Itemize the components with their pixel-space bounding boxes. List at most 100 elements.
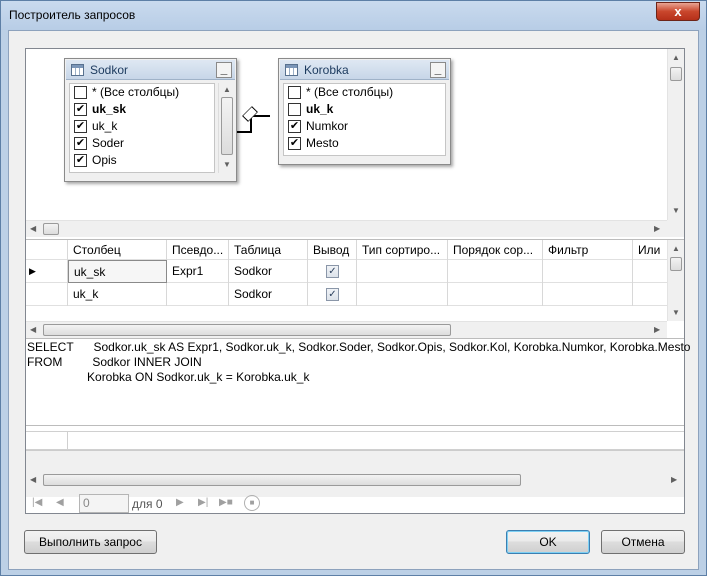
results-pane: ◀ ▶ [26, 425, 684, 497]
column-label: Numkor [306, 119, 349, 133]
cell-sort-type[interactable] [357, 260, 448, 283]
first-record-icon[interactable]: |◀ [32, 497, 42, 508]
cell-column[interactable]: uk_sk [68, 260, 167, 283]
column-row-opis[interactable]: ✔ Opis [70, 152, 214, 169]
scroll-thumb[interactable] [43, 474, 521, 486]
output-checkbox[interactable]: ✓ [326, 265, 339, 278]
cell-or[interactable] [633, 260, 667, 283]
column-checkbox[interactable]: ✔ [288, 137, 301, 150]
new-record-icon[interactable]: ▶■ [219, 497, 233, 508]
scroll-right-icon[interactable]: ▶ [654, 224, 660, 233]
execute-query-button[interactable]: Выполнить запрос [24, 530, 157, 554]
column-checkbox[interactable]: ✔ [288, 120, 301, 133]
header-table[interactable]: Таблица [229, 240, 308, 260]
column-row-uk_k[interactable]: ✔ uk_k [70, 118, 214, 135]
cancel-button[interactable]: Отмена [601, 530, 685, 554]
minimize-button[interactable]: _ [430, 62, 446, 78]
record-position-input[interactable]: 0 [79, 494, 129, 513]
table-scrollbar[interactable]: ▲ ▼ [218, 83, 235, 173]
scroll-right-icon[interactable]: ▶ [671, 475, 677, 484]
previous-record-icon[interactable]: ◀ [56, 497, 64, 508]
column-row-uk_k[interactable]: uk_k [284, 101, 445, 118]
criteria-grid-pane[interactable]: Столбец Псевдо... Таблица Вывод Тип сорт… [26, 239, 684, 338]
cell-table[interactable]: Sodkor [229, 260, 308, 283]
scroll-thumb[interactable] [670, 257, 682, 271]
scroll-left-icon[interactable]: ◀ [30, 325, 36, 334]
scroll-thumb[interactable] [670, 67, 682, 81]
stop-icon[interactable]: ■ [244, 495, 260, 511]
scroll-thumb[interactable] [43, 324, 451, 336]
table-header[interactable]: Sodkor _ [66, 60, 235, 80]
cell-sort-order[interactable] [448, 283, 543, 306]
header-or[interactable]: Или [633, 240, 667, 260]
row-header[interactable] [26, 432, 68, 449]
results-row[interactable] [26, 431, 684, 450]
scroll-down-icon[interactable]: ▼ [672, 206, 680, 215]
scroll-down-icon[interactable]: ▼ [672, 308, 680, 317]
cell-sort-order[interactable] [448, 260, 543, 283]
column-checkbox[interactable]: ✔ [74, 120, 87, 133]
cell-alias[interactable] [167, 283, 229, 306]
join-diamond-icon[interactable] [242, 106, 258, 122]
cell-filter[interactable] [543, 283, 633, 306]
diagram-vertical-scrollbar[interactable]: ▲ ▼ [667, 49, 684, 220]
column-row-numkor[interactable]: ✔ Numkor [284, 118, 445, 135]
column-checkbox[interactable]: ✔ [74, 154, 87, 167]
cell-filter[interactable] [543, 260, 633, 283]
grid-horizontal-scrollbar[interactable]: ◀ ▶ [26, 321, 667, 338]
cell-column[interactable]: uk_k [68, 283, 167, 306]
column-row-soder[interactable]: ✔ Soder [70, 135, 214, 152]
header-sort-type[interactable]: Тип сортиро... [357, 240, 448, 260]
column-row-mesto[interactable]: ✔ Mesto [284, 135, 445, 152]
cell-or[interactable] [633, 283, 667, 306]
table-korobka[interactable]: Korobka _ * (Все столбцы) uk_k ✔ Numkor … [278, 58, 451, 165]
diagram-pane[interactable]: Sodkor _ * (Все столбцы) ✔ uk_sk ✔ uk_k … [26, 49, 684, 237]
sql-pane[interactable]: SELECT Sodkor.uk_sk AS Expr1, Sodkor.uk_… [26, 338, 690, 424]
header-filter[interactable]: Фильтр [543, 240, 633, 260]
scroll-left-icon[interactable]: ◀ [30, 475, 36, 484]
column-checkbox[interactable] [288, 103, 301, 116]
results-grid[interactable] [26, 426, 684, 451]
header-sort-order[interactable]: Порядок сор... [448, 240, 543, 260]
table-sodkor[interactable]: Sodkor _ * (Все столбцы) ✔ uk_sk ✔ uk_k … [64, 58, 237, 182]
column-label: * (Все столбцы) [306, 85, 394, 99]
column-checkbox[interactable] [288, 86, 301, 99]
table-row[interactable]: uk_k Sodkor ✓ [26, 283, 667, 306]
minimize-button[interactable]: _ [216, 62, 232, 78]
close-button[interactable]: x [656, 2, 700, 21]
scroll-right-icon[interactable]: ▶ [654, 325, 660, 334]
diagram-horizontal-scrollbar[interactable]: ◀ ▶ [26, 220, 667, 237]
last-record-icon[interactable]: ▶| [198, 497, 208, 508]
ok-button[interactable]: OK [506, 530, 590, 554]
scroll-left-icon[interactable]: ◀ [30, 224, 36, 233]
table-header[interactable]: Korobka _ [280, 60, 449, 80]
scroll-up-icon[interactable]: ▲ [672, 53, 680, 62]
column-checkbox[interactable]: ✔ [74, 137, 87, 150]
output-checkbox[interactable]: ✓ [326, 288, 339, 301]
row-header[interactable] [26, 283, 68, 306]
column-row-all[interactable]: * (Все столбцы) [70, 84, 214, 101]
column-checkbox[interactable]: ✔ [74, 103, 87, 116]
row-pointer-icon[interactable]: ▶ [26, 260, 68, 283]
header-alias[interactable]: Псевдо... [167, 240, 229, 260]
header-output[interactable]: Вывод [308, 240, 357, 260]
header-column[interactable]: Столбец [68, 240, 167, 260]
scroll-down-icon[interactable]: ▼ [223, 160, 231, 169]
cell-sort-type[interactable] [357, 283, 448, 306]
scroll-up-icon[interactable]: ▲ [223, 85, 231, 94]
scroll-up-icon[interactable]: ▲ [672, 244, 680, 253]
column-row-uk_sk[interactable]: ✔ uk_sk [70, 101, 214, 118]
column-checkbox[interactable] [74, 86, 87, 99]
column-row-all[interactable]: * (Все столбцы) [284, 84, 445, 101]
scroll-thumb[interactable] [43, 223, 59, 235]
column-label: * (Все столбцы) [92, 85, 180, 99]
cell-alias[interactable]: Expr1 [167, 260, 229, 283]
next-record-icon[interactable]: ▶ [176, 497, 184, 508]
table-row[interactable]: ▶ uk_sk Expr1 Sodkor ✓ [26, 260, 667, 283]
column-label: Mesto [306, 136, 339, 150]
scroll-thumb[interactable] [221, 97, 233, 155]
results-horizontal-scrollbar[interactable]: ◀ ▶ [26, 472, 684, 489]
cell-table[interactable]: Sodkor [229, 283, 308, 306]
join-line[interactable] [237, 131, 251, 133]
grid-vertical-scrollbar[interactable]: ▲ ▼ [667, 240, 684, 321]
